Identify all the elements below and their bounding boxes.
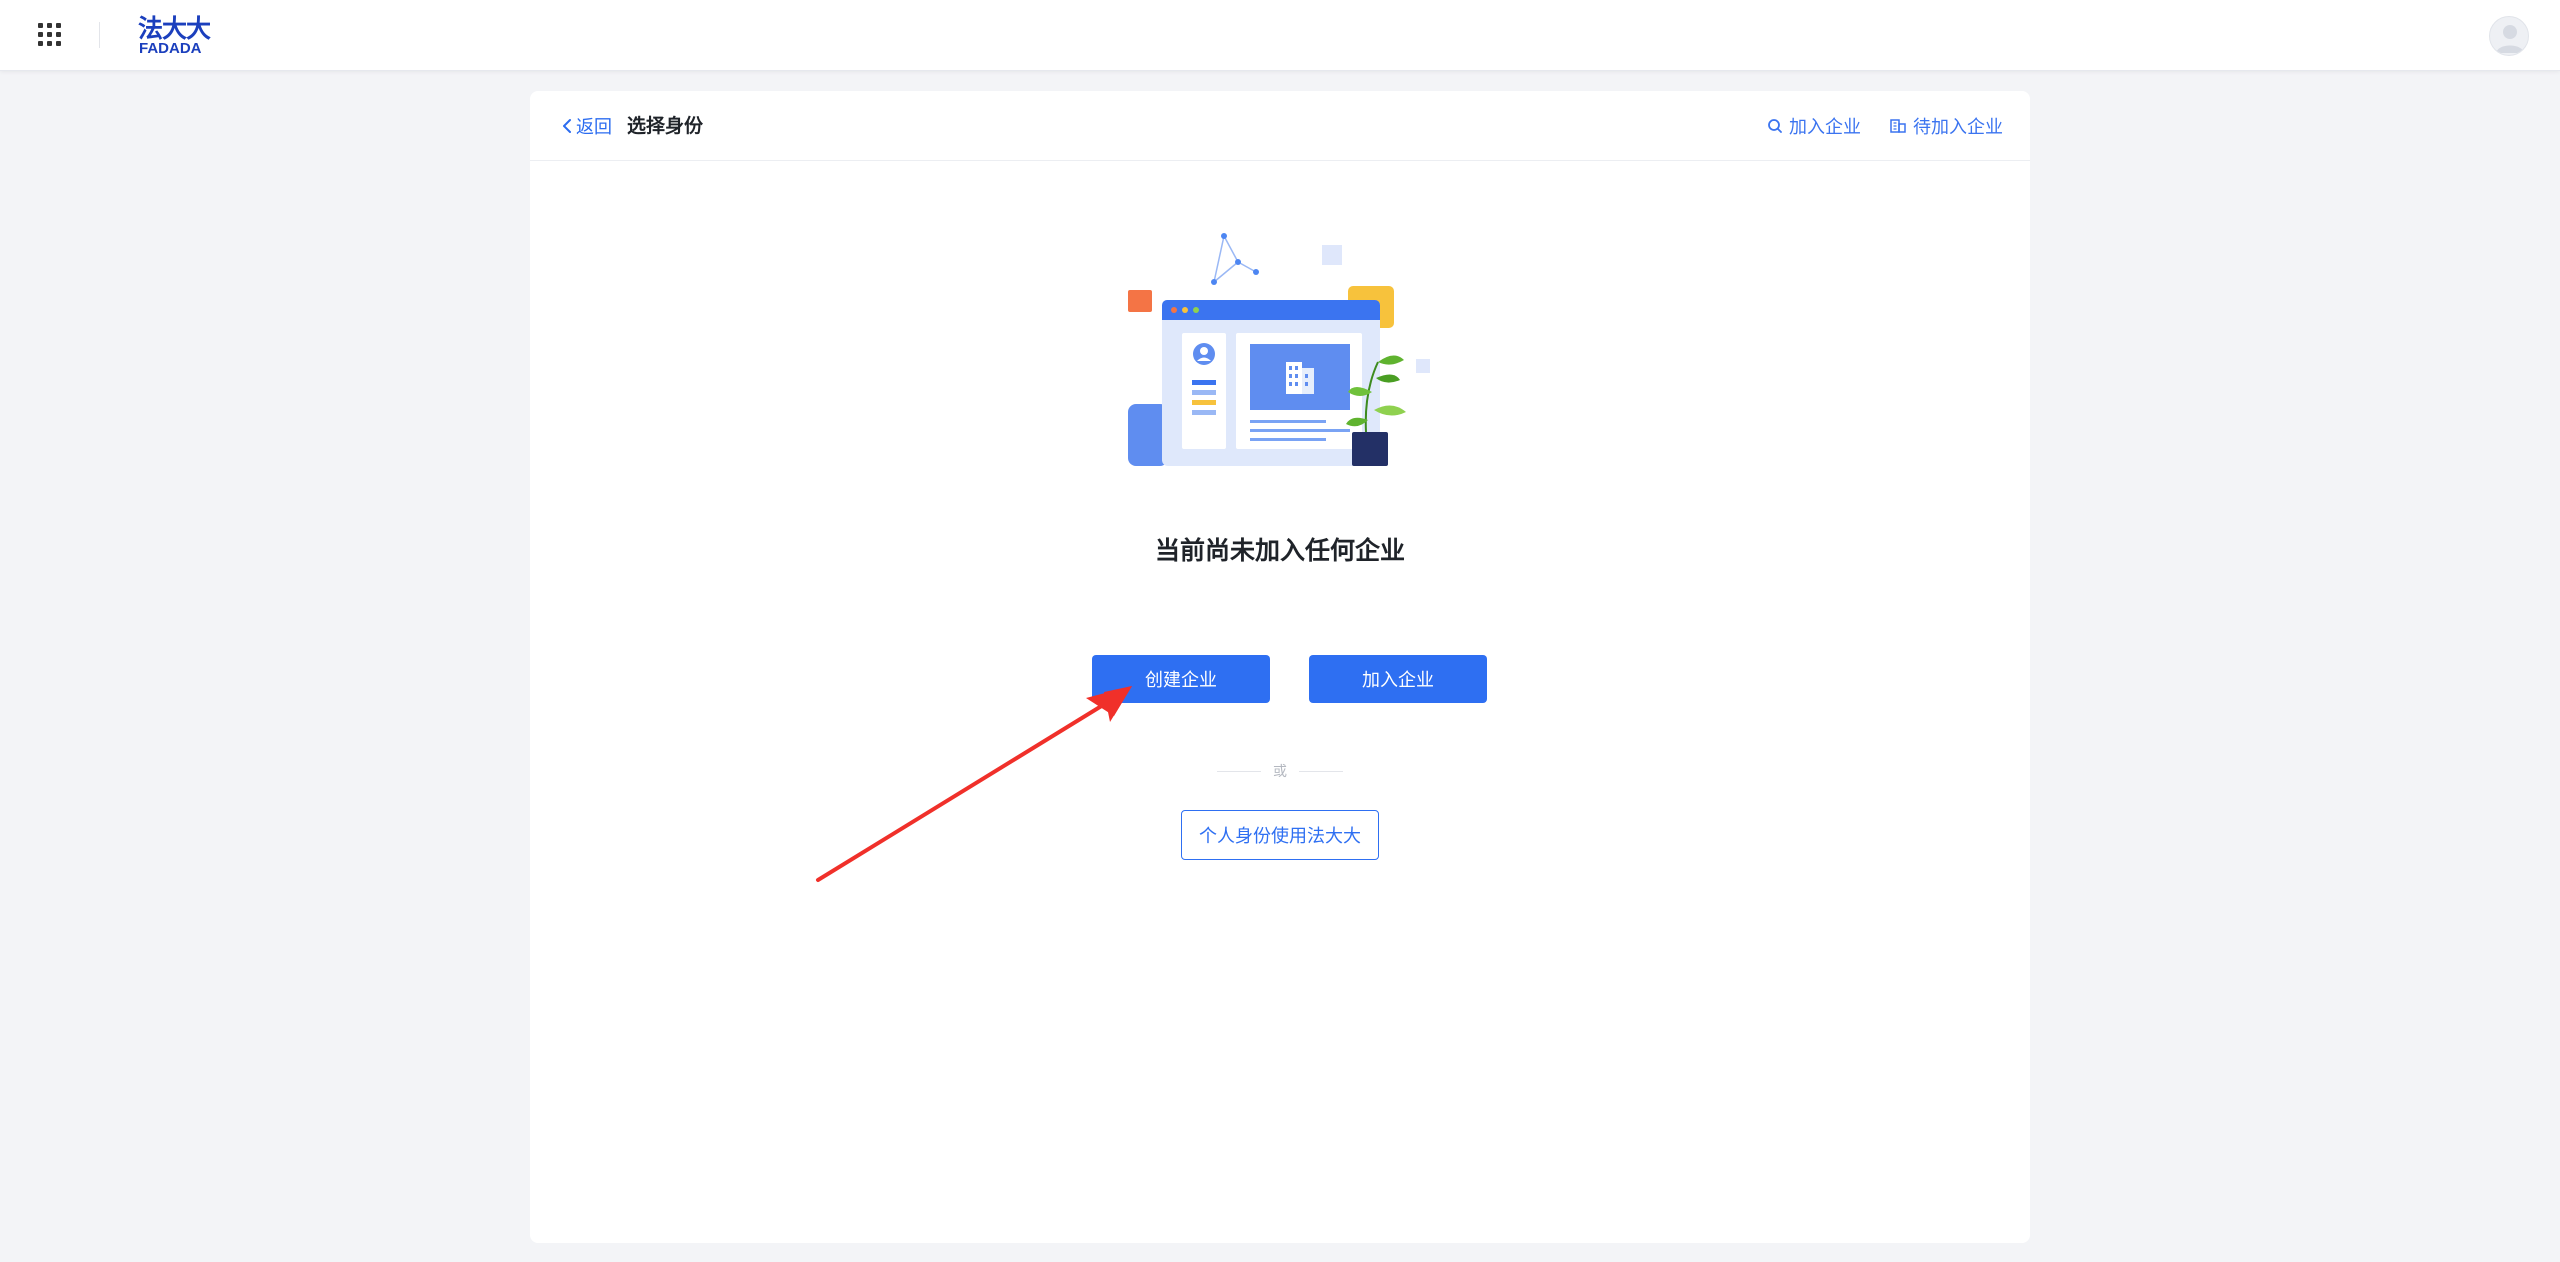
apps-grid-icon[interactable] bbox=[38, 23, 62, 47]
pending-enterprise-label: 待加入企业 bbox=[1913, 117, 2003, 138]
logo-chinese-text: 法大大 bbox=[138, 14, 211, 43]
or-text: 或 bbox=[1273, 764, 1287, 780]
page-title: 选择身份 bbox=[627, 115, 704, 137]
chevron-left-icon bbox=[563, 119, 571, 133]
or-divider: 或 bbox=[1216, 760, 1344, 782]
logo-english-text: FADADA bbox=[139, 40, 202, 57]
square-decoration bbox=[1322, 245, 1342, 265]
network-decoration-icon bbox=[1211, 233, 1259, 285]
pending-enterprise-link[interactable]: 待加入企业 bbox=[1889, 113, 2003, 139]
join-enterprise-label: 加入企业 bbox=[1789, 117, 1861, 138]
join-enterprise-button[interactable]: 加入企业 bbox=[1309, 655, 1487, 703]
building-icon bbox=[1890, 119, 1906, 133]
back-link[interactable]: 返回 bbox=[562, 113, 612, 139]
square-decoration bbox=[1416, 359, 1430, 373]
user-avatar-icon[interactable] bbox=[2489, 16, 2529, 56]
empty-enterprise-illustration bbox=[1128, 233, 1430, 466]
search-icon bbox=[1768, 119, 1782, 133]
back-label: 返回 bbox=[576, 117, 612, 138]
create-enterprise-button[interactable]: 创建企业 bbox=[1092, 655, 1270, 703]
square-decoration bbox=[1128, 290, 1152, 312]
personal-identity-button[interactable]: 个人身份使用法大大 bbox=[1181, 810, 1379, 860]
join-enterprise-link[interactable]: 加入企业 bbox=[1767, 113, 1861, 139]
browser-window-graphic bbox=[1162, 300, 1380, 466]
fadada-logo[interactable]: 法大大 FADADA bbox=[138, 14, 214, 57]
empty-state-title: 当前尚未加入任何企业 bbox=[1154, 536, 1405, 565]
top-bar: 法大大 FADADA bbox=[0, 0, 2560, 71]
card-header: 返回 选择身份 加入企业 待加入企业 bbox=[530, 91, 2030, 161]
topbar-divider bbox=[99, 22, 100, 48]
divider-line-left bbox=[1217, 770, 1261, 772]
divider-line-right bbox=[1299, 770, 1343, 772]
